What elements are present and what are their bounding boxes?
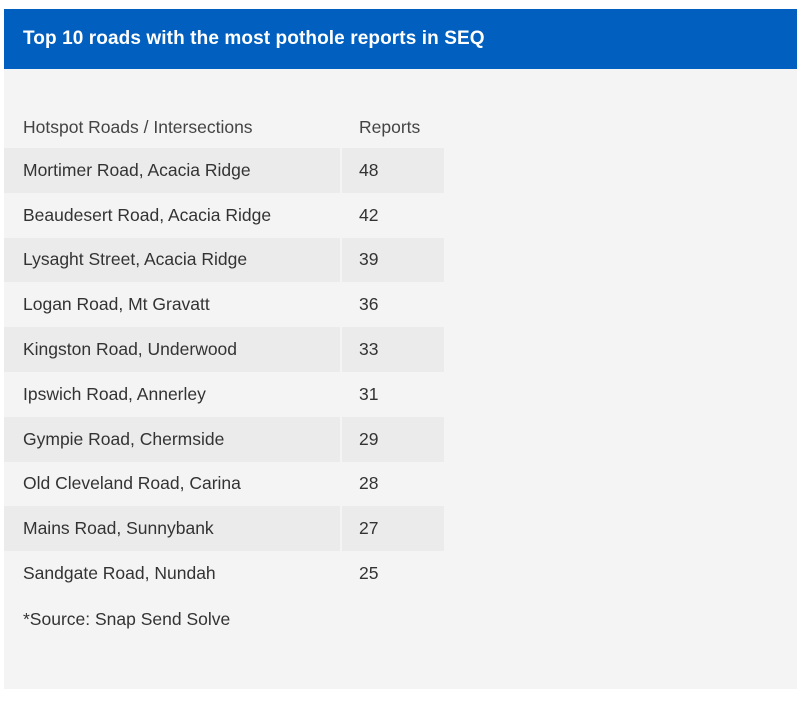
road-name-cell: Lysaght Street, Acacia Ridge [4,237,340,283]
road-name-cell: Mortimer Road, Acacia Ridge [4,148,340,193]
source-note: *Source: Snap Send Solve [23,609,231,629]
road-name-cell: Kingston Road, Underwood [4,327,340,372]
header-bar: Top 10 roads with the most pothole repor… [4,9,797,69]
table-row: Gympie Road, Chermside 29 [4,416,444,462]
table-row: Beaudesert Road, Acacia Ridge 42 [4,193,444,238]
road-name-cell: Gympie Road, Chermside [4,416,340,462]
table-row: Logan Road, Mt Gravatt 36 [4,282,444,327]
reports-cell: 28 [359,473,379,494]
road-name-cell: Mains Road, Sunnybank [4,506,340,552]
road-name-cell: Old Cleveland Road, Carina [23,473,241,494]
data-table: Hotspot Roads / Intersections Reports Mo… [4,106,444,596]
table-row: Sandgate Road, Nundah 25 [4,551,444,596]
reports-cell: 36 [359,294,379,315]
road-name-cell: Beaudesert Road, Acacia Ridge [23,204,272,225]
table-row: Mains Road, Sunnybank 27 [4,506,444,552]
reports-cell: 27 [342,506,444,552]
reports-cell: 31 [359,383,379,404]
road-name-cell: Ipswich Road, Annerley [23,383,206,404]
table-row: Old Cleveland Road, Carina 28 [4,462,444,507]
table-row: Mortimer Road, Acacia Ridge 48 [4,148,444,193]
road-name-cell: Sandgate Road, Nundah [23,563,216,584]
reports-cell: 39 [342,237,444,283]
table-row: Kingston Road, Underwood 33 [4,327,444,372]
column-header-reports: Reports [359,116,421,137]
table-header-row: Hotspot Roads / Intersections Reports [4,106,444,148]
reports-cell: 48 [342,148,444,193]
reports-cell: 33 [342,327,444,372]
reports-cell: 25 [359,563,379,584]
reports-cell: 29 [342,416,444,462]
table-body: Mortimer Road, Acacia Ridge 48 Beaudesert … [4,148,444,596]
column-header-road: Hotspot Roads / Intersections [23,116,253,137]
table-row: Ipswich Road, Annerley 31 [4,372,444,417]
table-title: Top 10 roads with the most pothole repor… [23,28,485,49]
table-row: Lysaght Street, Acacia Ridge 39 [4,237,444,283]
reports-cell: 42 [359,204,379,225]
table-card: Top 10 roads with the most pothole repor… [4,9,797,689]
road-name-cell: Logan Road, Mt Gravatt [23,294,210,315]
